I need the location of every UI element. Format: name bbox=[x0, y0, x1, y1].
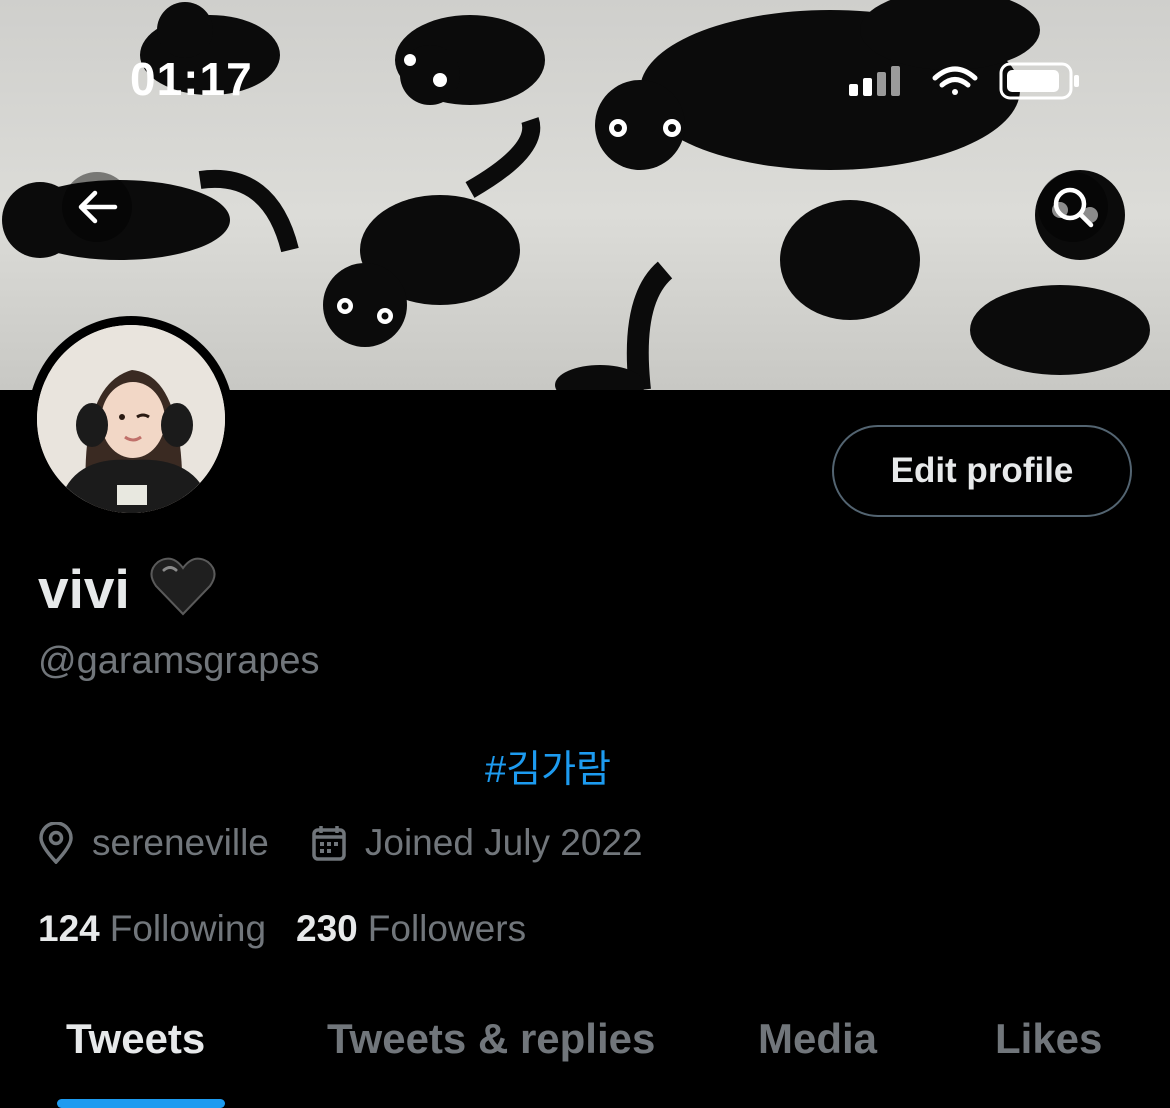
back-button[interactable] bbox=[62, 172, 132, 242]
status-icons bbox=[845, 58, 1085, 107]
profile-bio-hashtag[interactable]: #김가람 bbox=[485, 738, 611, 793]
avatar-photo bbox=[37, 325, 225, 513]
display-name: vivi bbox=[38, 557, 130, 620]
display-name-row: vivi bbox=[38, 556, 216, 621]
profile-meta-row: sereneville Joined July 2022 bbox=[38, 822, 685, 864]
profile-avatar[interactable] bbox=[28, 316, 234, 522]
wifi-icon bbox=[932, 66, 978, 95]
joined-text: Joined July 2022 bbox=[364, 822, 643, 863]
location-pin-icon bbox=[39, 822, 73, 864]
tab-tweets[interactable]: Tweets bbox=[66, 1015, 205, 1063]
tab-likes[interactable]: Likes bbox=[995, 1015, 1102, 1063]
following-link[interactable]: 124 Following bbox=[38, 908, 266, 950]
search-button[interactable] bbox=[1038, 172, 1108, 242]
joined-item: Joined July 2022 bbox=[311, 822, 643, 864]
search-icon bbox=[1053, 187, 1094, 228]
cellular-signal-icon bbox=[849, 66, 900, 96]
status-time: 01:17 bbox=[130, 53, 253, 105]
profile-handle: @garamsgrapes bbox=[38, 640, 320, 682]
battery-icon bbox=[999, 62, 1079, 100]
profile-tabs: Tweets Tweets & replies Media Likes bbox=[0, 1015, 1170, 1108]
location-text: sereneville bbox=[92, 822, 269, 863]
followers-link[interactable]: 230 Followers bbox=[296, 908, 526, 950]
black-heart-icon bbox=[150, 556, 216, 621]
calendar-icon bbox=[312, 826, 346, 861]
edit-profile-button[interactable]: Edit profile bbox=[832, 425, 1132, 517]
tab-media[interactable]: Media bbox=[758, 1015, 877, 1063]
following-count: 124 bbox=[38, 908, 100, 949]
location-item: sereneville bbox=[38, 822, 269, 864]
arrow-left-icon bbox=[78, 190, 118, 224]
followers-label: Followers bbox=[367, 908, 527, 949]
following-label: Following bbox=[109, 908, 267, 949]
active-tab-indicator bbox=[57, 1099, 225, 1108]
follow-stats: 124 Following 230 Followers bbox=[38, 908, 556, 950]
followers-count: 230 bbox=[296, 908, 358, 949]
tab-tweets-replies[interactable]: Tweets & replies bbox=[327, 1015, 655, 1063]
